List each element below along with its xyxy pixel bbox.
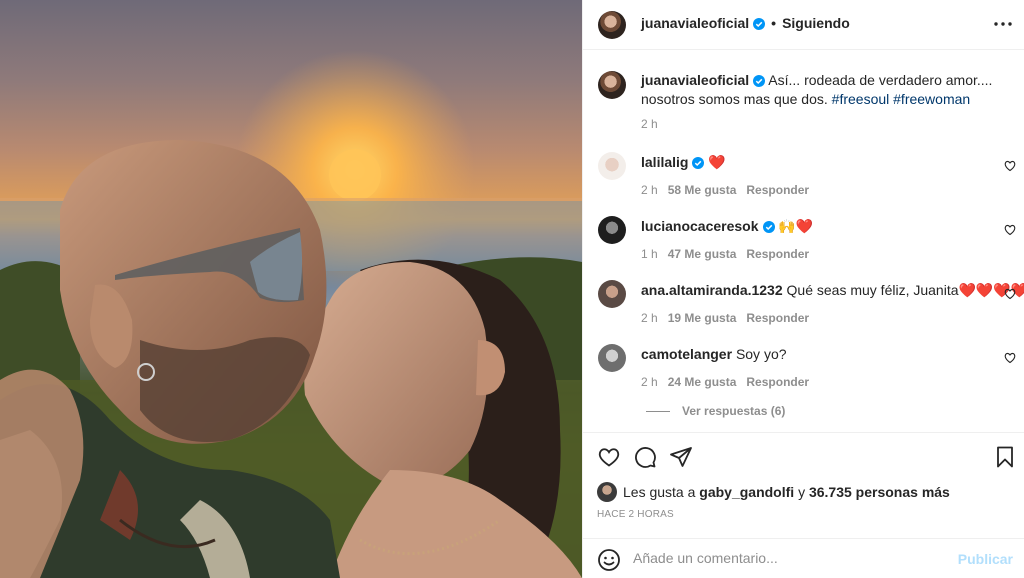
comment-text: lucianocaceresok 🙌❤️ [641, 217, 986, 237]
author-avatar[interactable] [598, 11, 626, 39]
emoji-icon[interactable] [597, 548, 621, 572]
comment-item: lucianocaceresok 🙌❤️ 1 h 47 Me gusta Respo… [583, 216, 1024, 278]
likes-count[interactable]: 36.735 personas más [809, 484, 950, 500]
comment-text: lalilalig ❤️ [641, 153, 986, 173]
comment-text: ana.altamiranda.1232 Qué seas muy féliz,… [641, 281, 1024, 299]
comment-meta: 2 h 19 Me gusta Responder [641, 311, 819, 325]
comment-likes[interactable]: 47 Me gusta [668, 247, 737, 261]
hashtag-link[interactable]: #freesoul [832, 91, 890, 107]
caption-timestamp[interactable]: 2 h [641, 117, 658, 131]
comment-username[interactable]: ana.altamiranda.1232 [641, 282, 783, 298]
comment-likes[interactable]: 24 Me gusta [668, 375, 737, 389]
comment-username[interactable]: camotelanger [641, 346, 732, 362]
author-username[interactable]: juanavialeoficial [641, 15, 749, 31]
post-timestamp[interactable]: HACE 2 HORAS [597, 509, 674, 520]
replies-divider [646, 411, 670, 413]
like-heart-icon[interactable] [597, 445, 621, 469]
comment-text: camotelanger Soy yo? [641, 345, 986, 363]
heart-icon[interactable] [1004, 159, 1016, 172]
reply-button[interactable]: Responder [746, 183, 809, 197]
comment-body: 🙌❤️ [778, 218, 814, 234]
likes-prefix: Les gusta a [623, 484, 696, 500]
comment-avatar[interactable] [598, 344, 626, 372]
caption-username[interactable]: juanavialeoficial [641, 72, 749, 88]
author-info: juanavialeoficial • Siguiendo [641, 15, 850, 33]
comment-meta: 2 h 24 Me gusta Responder [641, 375, 819, 389]
comment-avatar[interactable] [598, 152, 626, 180]
liker-avatar[interactable] [597, 482, 617, 502]
comment-bubble-icon[interactable] [633, 445, 657, 469]
verified-badge-icon [762, 219, 775, 237]
comment-time[interactable]: 2 h [641, 311, 658, 325]
verified-badge-icon [753, 74, 766, 91]
comment-avatar[interactable] [598, 280, 626, 308]
heart-icon[interactable] [1004, 223, 1016, 236]
view-replies-label: Ver respuestas (6) [682, 404, 786, 418]
share-send-icon[interactable] [669, 445, 693, 469]
more-options-icon[interactable] [991, 14, 1015, 34]
comment-likes[interactable]: 19 Me gusta [668, 311, 737, 325]
comment-item: camotelanger Soy yo? 2 h 24 Me gusta Respo… [583, 344, 1024, 406]
heart-icon[interactable] [1004, 287, 1016, 300]
following-button[interactable]: Siguiendo [782, 15, 850, 31]
hashtag-link[interactable]: #freewoman [893, 91, 970, 107]
comment-item: lalilalig ❤️ 2 h 58 Me gusta Responder [583, 152, 1024, 214]
comment-item: ana.altamiranda.1232 Qué seas muy féliz,… [583, 280, 1024, 342]
comment-time[interactable]: 2 h [641, 375, 658, 389]
comment-time[interactable]: 1 h [641, 247, 658, 261]
comment-body: Soy yo? [735, 346, 787, 362]
comment-username[interactable]: lucianocaceresok [641, 218, 759, 234]
comment-avatar[interactable] [598, 216, 626, 244]
comment-meta: 1 h 47 Me gusta Responder [641, 247, 819, 261]
separator-dot: • [771, 15, 777, 31]
comment-body: ❤️ [708, 154, 726, 170]
reply-button[interactable]: Responder [746, 375, 809, 389]
comment-input[interactable] [633, 550, 933, 566]
add-comment-bar: Publicar [583, 538, 1024, 578]
comment-time[interactable]: 2 h [641, 183, 658, 197]
caption-avatar[interactable] [598, 71, 626, 99]
post-header: juanavialeoficial • Siguiendo [583, 0, 1024, 50]
likes-summary: Les gusta a gaby_gandolfi y 36.735 perso… [597, 482, 950, 502]
comment-body: Qué seas muy féliz, Juanita❤️❤️❤️❤️ [786, 282, 1024, 298]
likes-joiner: y [798, 484, 806, 500]
comment-meta: 2 h 58 Me gusta Responder [641, 183, 819, 197]
post-photo[interactable] [0, 0, 582, 578]
reply-button[interactable]: Responder [746, 247, 809, 261]
liker-username[interactable]: gaby_gandolfi [699, 484, 794, 500]
comment-likes[interactable]: 58 Me gusta [668, 183, 737, 197]
photo-illustration [0, 50, 582, 578]
post-sidebar: juanavialeoficial • Siguiendo juanavialeof… [582, 0, 1024, 578]
reply-button[interactable]: Responder [746, 311, 809, 325]
verified-badge-icon [753, 17, 766, 33]
action-bar [583, 432, 1024, 476]
verified-badge-icon [692, 155, 705, 173]
publish-button[interactable]: Publicar [958, 551, 1013, 567]
bookmark-icon[interactable] [993, 445, 1017, 469]
caption-text: juanavialeoficial Así... rodeada de verd… [641, 72, 1013, 108]
heart-icon[interactable] [1004, 351, 1016, 364]
view-replies-button[interactable]: Ver respuestas (6) [646, 404, 785, 418]
comment-username[interactable]: lalilalig [641, 154, 688, 170]
